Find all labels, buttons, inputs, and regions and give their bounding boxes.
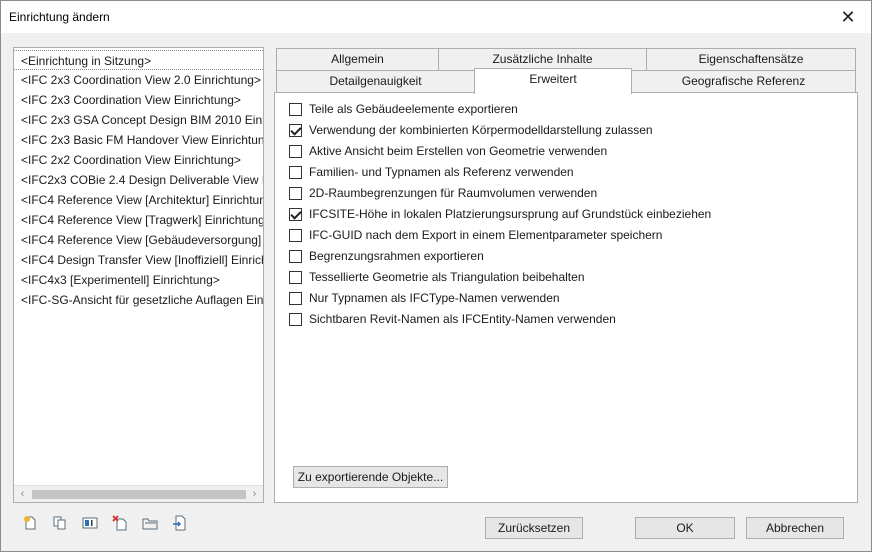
option-label: Begrenzungsrahmen exportieren	[309, 249, 484, 263]
option-label: Nur Typnamen als IFCType-Namen verwenden	[309, 291, 560, 305]
close-icon[interactable]: ✕	[825, 1, 871, 33]
option-checkbox[interactable]	[289, 144, 302, 158]
option-checkbox[interactable]	[289, 270, 302, 284]
option-row[interactable]: Verwendung der kombinierten Körpermodell…	[289, 122, 653, 138]
option-row[interactable]: IFC-GUID nach dem Export in einem Elemen…	[289, 227, 662, 243]
delete-setup-icon[interactable]	[111, 514, 129, 532]
option-checkbox[interactable]	[289, 102, 302, 116]
option-label: Aktive Ansicht beim Erstellen von Geomet…	[309, 144, 608, 158]
rename-setup-icon[interactable]	[81, 514, 99, 532]
option-label: IFCSITE-Höhe in lokalen Platzierungsursp…	[309, 207, 712, 221]
scrollbar-thumb[interactable]	[32, 490, 246, 499]
option-checkbox[interactable]	[289, 228, 302, 242]
ok-button[interactable]: OK	[635, 517, 735, 539]
setup-list-item[interactable]: <IFC4x3 [Experimentell] Einrichtung>	[14, 270, 263, 290]
option-row[interactable]: Familien- und Typnamen als Referenz verw…	[289, 164, 574, 180]
scroll-right-icon[interactable]: ›	[246, 486, 263, 502]
tab-erweitert[interactable]: Erweitert	[474, 68, 632, 94]
option-label: Familien- und Typnamen als Referenz verw…	[309, 165, 574, 179]
option-checkbox[interactable]	[289, 312, 302, 326]
option-row[interactable]: Aktive Ansicht beim Erstellen von Geomet…	[289, 143, 607, 159]
option-label: 2D-Raumbegrenzungen für Raumvolumen verw…	[309, 186, 598, 200]
setup-list-item[interactable]: <IFC 2x3 Coordination View Einrichtung>	[14, 90, 263, 110]
tab-allgemein[interactable]: Allgemein	[276, 48, 439, 70]
setup-list-item[interactable]: <IFC4 Reference View [Gebäudeversorgung]…	[14, 230, 263, 250]
option-row[interactable]: IFCSITE-Höhe in lokalen Platzierungsursp…	[289, 206, 711, 222]
new-setup-icon[interactable]	[21, 514, 39, 532]
option-checkbox[interactable]	[289, 123, 302, 137]
setup-list-item[interactable]: <IFC4 Reference View [Tragwerk] Einricht…	[14, 210, 263, 230]
option-row[interactable]: Nur Typnamen als IFCType-Namen verwenden	[289, 290, 560, 306]
horizontal-scrollbar[interactable]: ‹ ›	[14, 485, 263, 502]
setup-list-item[interactable]: <IFC 2x3 Basic FM Handover View Einricht…	[14, 130, 263, 150]
option-label: Verwendung der kombinierten Körpermodell…	[309, 123, 653, 137]
option-row[interactable]: Sichtbaren Revit-Namen als IFCEntity-Nam…	[289, 311, 616, 327]
tab-geografische-referenz[interactable]: Geografische Referenz	[631, 70, 856, 92]
setup-list[interactable]: <Einrichtung in Sitzung> <IFC 2x3 Coordin…	[13, 47, 264, 503]
setup-list-item[interactable]: <IFC2x3 COBie 2.4 Design Deliverable Vie…	[14, 170, 263, 190]
tab-detailgenauigkeit[interactable]: Detailgenauigkeit	[276, 70, 475, 92]
scroll-left-icon[interactable]: ‹	[14, 486, 31, 502]
option-checkbox[interactable]	[289, 249, 302, 263]
setup-list-item[interactable]: <IFC 2x2 Coordination View Einrichtung>	[14, 150, 263, 170]
setup-list-item[interactable]: <Einrichtung in Sitzung>	[14, 50, 263, 70]
option-label: Sichtbaren Revit-Namen als IFCEntity-Nam…	[309, 312, 616, 326]
setup-list-item[interactable]: <IFC 2x3 GSA Concept Design BIM 2010 Ein…	[14, 110, 263, 130]
option-label: IFC-GUID nach dem Export in einem Elemen…	[309, 228, 663, 242]
setup-list-item[interactable]: <IFC-SG-Ansicht für gesetzliche Auflagen…	[14, 290, 263, 310]
window-title: Einrichtung ändern	[9, 10, 110, 24]
option-row[interactable]: Tessellierte Geometrie als Triangulation…	[289, 269, 585, 285]
title-bar: Einrichtung ändern ✕	[1, 1, 871, 33]
reset-button[interactable]: Zurücksetzen	[485, 517, 583, 539]
option-row[interactable]: Teile als Gebäudeelemente exportieren	[289, 101, 518, 117]
objects-to-export-button[interactable]: Zu exportierende Objekte...	[293, 466, 448, 488]
setup-list-item[interactable]: <IFC4 Reference View [Architektur] Einri…	[14, 190, 263, 210]
option-label: Tessellierte Geometrie als Triangulation…	[309, 270, 585, 284]
tab-zusaetzliche-inhalte[interactable]: Zusätzliche Inhalte	[438, 48, 647, 70]
duplicate-setup-icon[interactable]	[51, 514, 69, 532]
option-label: Teile als Gebäudeelemente exportieren	[309, 102, 518, 116]
modify-setup-dialog: Einrichtung ändern ✕ <Einrichtung in Sit…	[0, 0, 872, 552]
export-setup-icon[interactable]	[171, 514, 189, 532]
cancel-button[interactable]: Abbrechen	[746, 517, 844, 539]
option-row[interactable]: Begrenzungsrahmen exportieren	[289, 248, 484, 264]
option-checkbox[interactable]	[289, 207, 302, 221]
setup-list-item[interactable]: <IFC4 Design Transfer View [Inoffiziell]…	[14, 250, 263, 270]
option-checkbox[interactable]	[289, 165, 302, 179]
option-checkbox[interactable]	[289, 186, 302, 200]
option-checkbox[interactable]	[289, 291, 302, 305]
import-setup-icon[interactable]	[141, 514, 159, 532]
setup-list-item[interactable]: <IFC 2x3 Coordination View 2.0 Einrichtu…	[14, 70, 263, 90]
advanced-tab-panel: Zu exportierende Objekte... Teile als Ge…	[274, 92, 858, 503]
option-row[interactable]: 2D-Raumbegrenzungen für Raumvolumen verw…	[289, 185, 597, 201]
tab-eigenschaftensaetze[interactable]: Eigenschaftensätze	[646, 48, 856, 70]
